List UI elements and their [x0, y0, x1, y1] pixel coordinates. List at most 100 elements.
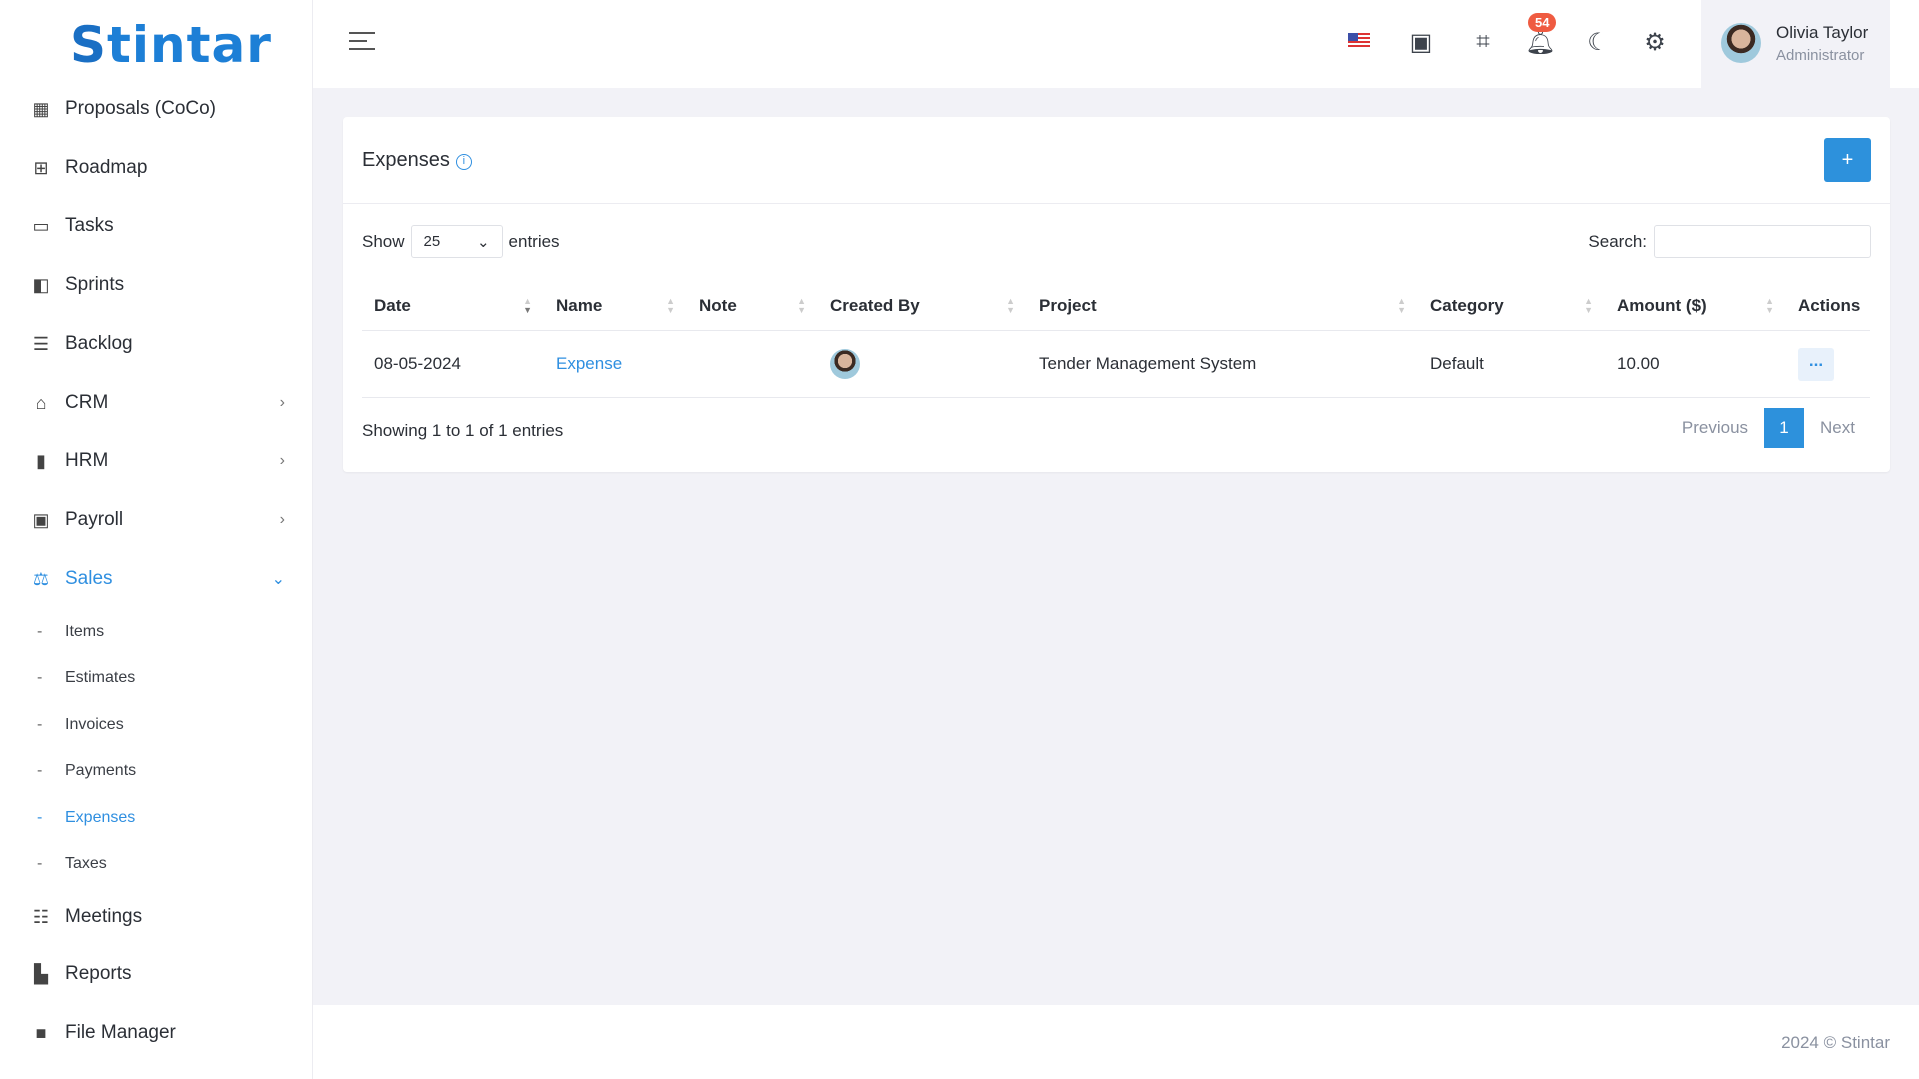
expenses-table: Date ▲ ▼ Name ▲ ▼ Note ▲ ▼ Created By ▲ ▼ Projec… [362, 282, 1870, 398]
search-label: Search: [1588, 231, 1647, 251]
previous-button[interactable]: Previous [1666, 418, 1764, 438]
show-label: Show [362, 231, 405, 251]
col-date[interactable]: Date ▲ ▼ [362, 282, 544, 330]
nav-label: Reports [65, 963, 132, 984]
apps-grid-icon[interactable]: ▣ [1406, 28, 1436, 57]
entries-label: entries [508, 231, 560, 251]
sub-label: Taxes [65, 855, 107, 872]
col-name[interactable]: Name ▲ ▼ [544, 282, 687, 330]
search-input[interactable] [1654, 225, 1871, 258]
user-name: Olivia Taylor [1776, 23, 1869, 42]
sidebar-item-sales[interactable]: ⚖ Sales ⌄ [0, 559, 313, 599]
sidebar-item-backlog[interactable]: ☰ Backlog [0, 324, 313, 364]
sidebar-sub-items[interactable]: - Items [0, 617, 313, 647]
page-size-control: Show 25 ⌄ entries [362, 225, 560, 258]
payroll-icon: ▣ [32, 509, 50, 530]
nav-label: Sales [65, 568, 113, 589]
gear-icon[interactable]: ⚙ [1640, 28, 1670, 57]
page-1-button[interactable]: 1 [1764, 408, 1805, 448]
sub-label: Invoices [65, 716, 124, 733]
col-actions: Actions [1798, 296, 1861, 315]
list-icon: ☰ [32, 333, 50, 354]
sub-label: Expenses [65, 809, 136, 826]
col-category[interactable]: Category ▲ ▼ [1418, 282, 1605, 330]
sidebar-sub-payments[interactable]: - Payments [0, 756, 313, 786]
cell-project: Tender Management System [1039, 354, 1257, 373]
nav-label: Roadmap [65, 157, 148, 178]
sidebar-item-roadmap[interactable]: ⊞ Roadmap [0, 148, 313, 188]
nav-label: Payroll [65, 509, 124, 530]
menu-toggle-icon[interactable] [349, 32, 375, 54]
nav-label: Meetings [65, 906, 143, 927]
team-icon: ▮ [36, 450, 46, 471]
col-amount[interactable]: Amount ($) ▲ ▼ [1605, 282, 1786, 330]
folder-icon: ■ [35, 1022, 47, 1043]
avatar [1721, 23, 1761, 63]
col-project[interactable]: Project ▲ ▼ [1027, 282, 1418, 330]
sidebar-item-sprints[interactable]: ◧ Sprints [0, 265, 313, 305]
table-row: 08-05-2024 Expense Tender Management Sys… [362, 331, 1870, 398]
creator-avatar[interactable] [830, 349, 860, 379]
compress-icon[interactable]: ⌗ [1468, 28, 1498, 56]
search-control: Search: [1588, 225, 1871, 258]
actions-menu-button[interactable]: ... [1798, 347, 1834, 381]
nav-label: CRM [65, 392, 109, 413]
nav-label: HRM [65, 450, 109, 471]
sidebar-sub-invoices[interactable]: - Invoices [0, 710, 313, 740]
sidebar-item-file-manager[interactable]: ■ File Manager [0, 1013, 313, 1053]
user-menu[interactable]: Olivia Taylor Administrator [1701, 0, 1890, 88]
sub-label: Payments [65, 762, 137, 779]
sidebar-sub-taxes[interactable]: - Taxes [0, 849, 313, 879]
chevron-down-icon: ⌄ [476, 233, 490, 251]
bell-icon[interactable]: 🔔︎ [1525, 28, 1555, 57]
sidebar-sub-expenses[interactable]: - Expenses [0, 803, 313, 833]
copyright: 2024 © Stintar [1781, 1033, 1890, 1052]
handshake-icon: ⌂ [35, 392, 47, 413]
sidebar-item-meetings[interactable]: ☷ Meetings [0, 897, 313, 937]
chart-icon: ▙ [34, 963, 48, 984]
table-header-row: Date ▲ ▼ Name ▲ ▼ Note ▲ ▼ Created By ▲ ▼ Projec… [362, 282, 1870, 331]
sidebar-item-proposals[interactable]: ▦ Proposals (CoCo) [0, 89, 313, 129]
nav-label: Sprints [65, 274, 125, 295]
board-icon: ◧ [32, 274, 50, 295]
top-header: ▣ ⌗ 🔔︎ 54 ☾ ⚙ Olivia Taylor Administrato… [313, 0, 1919, 88]
sub-label: Items [65, 623, 105, 640]
pagination: Previous 1 Next [1666, 408, 1871, 448]
logo[interactable]: Stintar [70, 16, 272, 74]
nav-label: Backlog [65, 333, 133, 354]
footer: 2024 © Stintar [313, 1005, 1919, 1079]
page-title: Expenses i [362, 149, 472, 172]
chevron-right-icon: › [279, 511, 285, 528]
cell-date: 08-05-2024 [374, 354, 461, 373]
blueprint-icon: ▦ [32, 98, 50, 119]
next-button[interactable]: Next [1804, 418, 1871, 438]
nav-label: Proposals (CoCo) [65, 98, 216, 119]
nav-label: Tasks [65, 215, 114, 236]
cell-amount: 10.00 [1617, 354, 1660, 373]
chevron-down-icon: ⌄ [271, 571, 285, 588]
info-icon[interactable]: i [455, 154, 472, 170]
ticket-icon: ▭ [32, 215, 50, 236]
sidebar-item-tasks[interactable]: ▭ Tasks [0, 206, 313, 246]
sidebar-item-crm[interactable]: ⌂ CRM › [0, 383, 313, 423]
table-info: Showing 1 to 1 of 1 entries [362, 421, 564, 440]
us-flag-icon[interactable] [1348, 33, 1378, 48]
expense-link[interactable]: Expense [544, 331, 687, 397]
add-expense-button[interactable]: + [1824, 138, 1871, 182]
col-created-by[interactable]: Created By ▲ ▼ [818, 282, 1027, 330]
sub-label: Estimates [65, 669, 136, 686]
cell-note [687, 331, 818, 397]
page-size-select[interactable]: 25 ⌄ [410, 225, 503, 258]
col-note[interactable]: Note ▲ ▼ [687, 282, 818, 330]
sidebar-item-reports[interactable]: ▙ Reports [0, 954, 313, 994]
cell-created-by [818, 331, 1027, 397]
sidebar-item-hrm[interactable]: ▮ HRM › [0, 441, 313, 481]
scale-icon: ⚖ [32, 568, 50, 589]
sidebar-item-payroll[interactable]: ▣ Payroll › [0, 500, 313, 540]
moon-icon[interactable]: ☾ [1583, 28, 1613, 57]
nav-label: File Manager [65, 1022, 176, 1043]
cell-actions: ... [1786, 331, 1870, 397]
cell-category: Default [1430, 354, 1484, 373]
sidebar-sub-estimates[interactable]: - Estimates [0, 663, 313, 693]
expenses-card: Expenses i + Show 25 ⌄ entries Search: Dat… [343, 117, 1890, 472]
